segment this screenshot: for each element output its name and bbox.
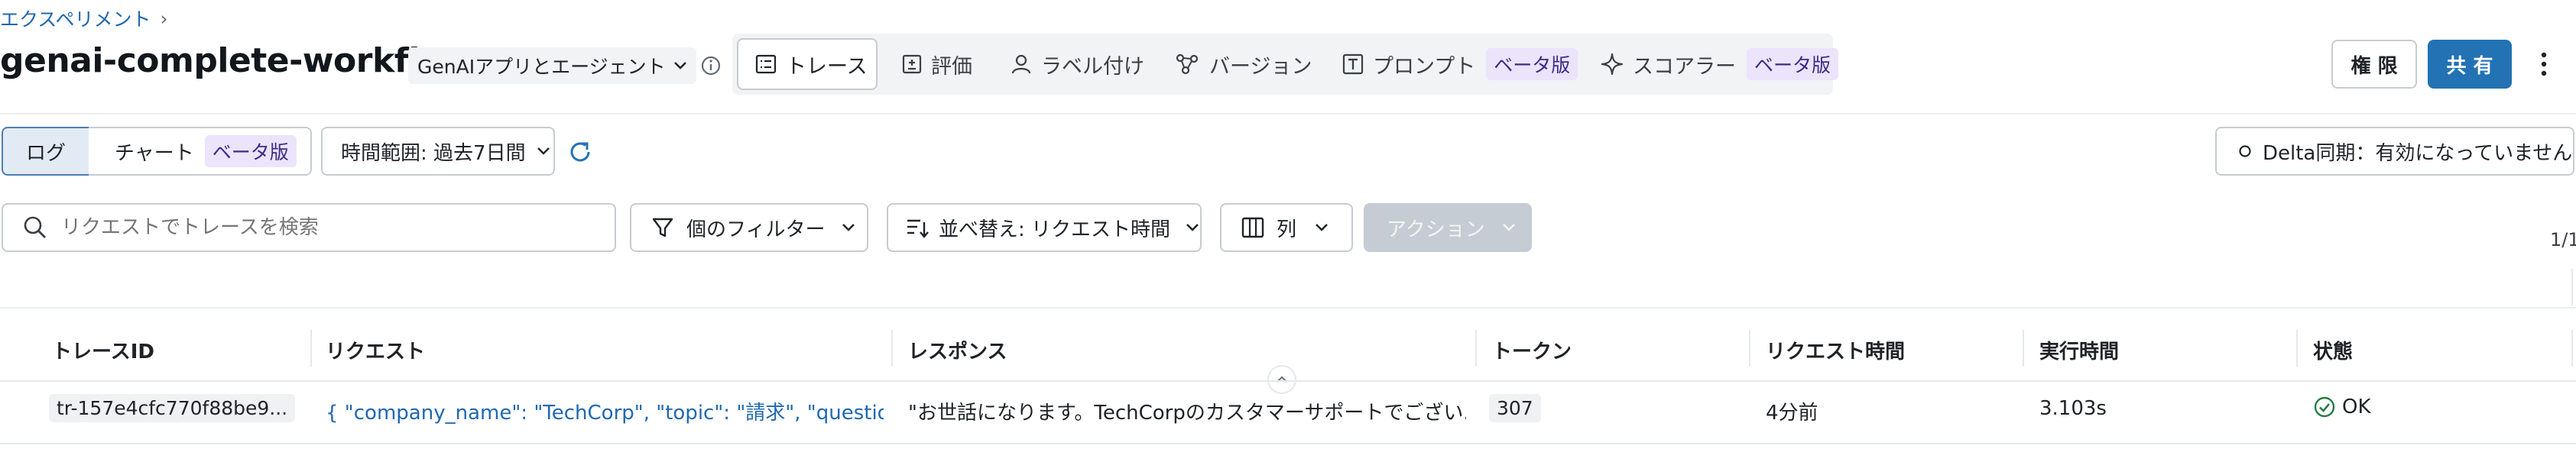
status-cell: OK — [2313, 396, 2371, 418]
time-range-label: 時間範囲: 過去7日間 — [341, 141, 526, 165]
filter-button[interactable]: 個のフィルター — [630, 203, 868, 252]
chevron-down-icon — [1502, 223, 1516, 232]
row-border — [0, 443, 2576, 444]
tab-traces[interactable]: トレース — [737, 38, 878, 90]
filter-icon — [651, 216, 674, 239]
sort-button[interactable]: 並べ替え: リクエスト時間 — [887, 203, 1202, 252]
chevron-down-icon — [842, 223, 855, 232]
time-range-selector[interactable]: 時間範囲: 過去7日間 — [321, 127, 555, 176]
app-type-selector[interactable]: GenAIアプリとエージェント — [408, 47, 696, 84]
delta-sync-button[interactable]: Delta同期：有効になっていません — [2215, 127, 2574, 176]
request-time-cell: 4分前 — [1766, 402, 1818, 425]
column-divider — [1475, 330, 1477, 367]
list-icon — [755, 54, 777, 74]
tab-prompts[interactable]: プロンプト ベータ版 — [1342, 38, 1578, 90]
trace-id-chip[interactable]: tr-157e4cfc770f88be9... — [49, 394, 296, 422]
pagination-indicator: 1/1 — [2550, 229, 2576, 250]
sort-icon — [905, 216, 930, 239]
share-button-label: 共 有 — [2446, 54, 2493, 78]
table-top-border — [0, 307, 2576, 308]
tab-labeling-label: ラベル付け — [1041, 54, 1144, 79]
columns-icon — [1241, 217, 1264, 238]
response-cell: "お世話になります。TechCorpのカスタマーサポートでござい... — [908, 402, 1466, 425]
chart-beta-badge: ベータ版 — [204, 135, 297, 167]
tab-prompts-label: プロンプト — [1373, 54, 1476, 79]
tab-scorers-beta-badge: ベータ版 — [1747, 48, 1839, 80]
tab-scorers[interactable]: スコアラー ベータ版 — [1601, 38, 1839, 90]
refresh-icon[interactable] — [567, 139, 593, 165]
view-toggle-chart-label: チャート — [115, 141, 194, 165]
request-cell[interactable]: { "company_name": "TechCorp", "topic": "… — [326, 397, 884, 425]
nodes-icon — [1176, 53, 1200, 76]
search-input[interactable] — [60, 215, 582, 240]
chevron-down-icon — [537, 147, 550, 156]
clipboard-icon — [902, 54, 922, 74]
breadcrumb[interactable]: エクスペリメント › — [0, 5, 168, 32]
filter-button-label: 個のフィルター — [686, 218, 826, 241]
header-divider — [0, 113, 2576, 115]
tab-labeling[interactable]: ラベル付け — [1011, 38, 1144, 90]
check-circle-icon — [2313, 396, 2336, 418]
column-header-request-time[interactable]: リクエスト時間 — [1766, 336, 1905, 364]
search-box[interactable] — [2, 203, 616, 252]
column-header-duration[interactable]: 実行時間 — [2039, 336, 2119, 364]
view-toggle-log-label: ログ — [25, 141, 66, 165]
info-icon[interactable] — [700, 55, 722, 76]
columns-button[interactable]: 列 — [1220, 203, 1353, 252]
column-header-tokens[interactable]: トークン — [1492, 336, 1572, 364]
column-divider — [891, 330, 893, 367]
actions-button[interactable]: アクション — [1364, 203, 1532, 252]
tokens-chip: 307 — [1489, 394, 1541, 422]
tab-evaluation-label: 評価 — [931, 54, 972, 79]
tab-scorers-label: スコアラー — [1633, 54, 1736, 79]
view-toggle-chart[interactable]: チャート ベータ版 — [89, 127, 312, 176]
actions-button-label: アクション — [1387, 218, 1485, 241]
column-divider — [1749, 330, 1750, 367]
user-icon — [1011, 53, 1032, 75]
column-divider — [310, 330, 312, 367]
column-header-response[interactable]: レスポンス — [908, 336, 1007, 364]
search-icon — [23, 215, 47, 240]
column-divider — [2571, 330, 2573, 367]
view-toggle-log[interactable]: ログ — [2, 127, 90, 176]
chevron-up-icon[interactable] — [1267, 365, 1296, 394]
pagination-scroll-edge — [2571, 269, 2573, 305]
sparkle-icon — [1601, 53, 1624, 76]
tab-prompts-beta-badge: ベータ版 — [1486, 48, 1578, 80]
status-label: OK — [2342, 396, 2371, 418]
column-header-request[interactable]: リクエスト — [326, 336, 425, 364]
column-header-trace-id[interactable]: トレースID — [52, 336, 154, 364]
breadcrumb-separator: › — [160, 7, 168, 30]
text-box-icon — [1342, 53, 1364, 75]
column-header-status[interactable]: 状態 — [2313, 336, 2353, 364]
columns-button-label: 列 — [1277, 218, 1297, 241]
tab-traces-label: トレース — [786, 54, 868, 79]
tab-versions[interactable]: バージョン — [1176, 38, 1312, 90]
tab-versions-label: バージョン — [1209, 54, 1312, 79]
column-divider — [2023, 330, 2024, 367]
tab-evaluation[interactable]: 評価 — [902, 38, 972, 90]
chevron-down-icon — [1186, 223, 1199, 232]
share-button[interactable]: 共 有 — [2428, 40, 2512, 89]
permissions-button-label: 権 限 — [2351, 54, 2398, 78]
header-row-border — [0, 380, 2576, 382]
more-vertical-icon[interactable] — [2539, 50, 2548, 78]
app-type-label: GenAIアプリとエージェント — [417, 56, 666, 78]
trace-id-cell[interactable]: tr-157e4cfc770f88be9... — [49, 394, 296, 422]
chevron-down-icon — [1315, 223, 1329, 232]
breadcrumb-experiments-link[interactable]: エクスペリメント — [0, 5, 151, 32]
delta-sync-label: Delta同期：有効になっていません — [2263, 141, 2573, 165]
duration-cell: 3.103s — [2039, 397, 2107, 420]
tokens-cell: 307 — [1489, 394, 1541, 422]
page-title: genai-complete-workfl... — [0, 41, 457, 80]
circle-status-icon — [2238, 144, 2252, 158]
permissions-button[interactable]: 権 限 — [2331, 40, 2417, 89]
chevron-down-icon — [673, 61, 687, 70]
sort-button-label: 並べ替え: リクエスト時間 — [939, 218, 1171, 241]
column-divider — [2296, 330, 2298, 367]
